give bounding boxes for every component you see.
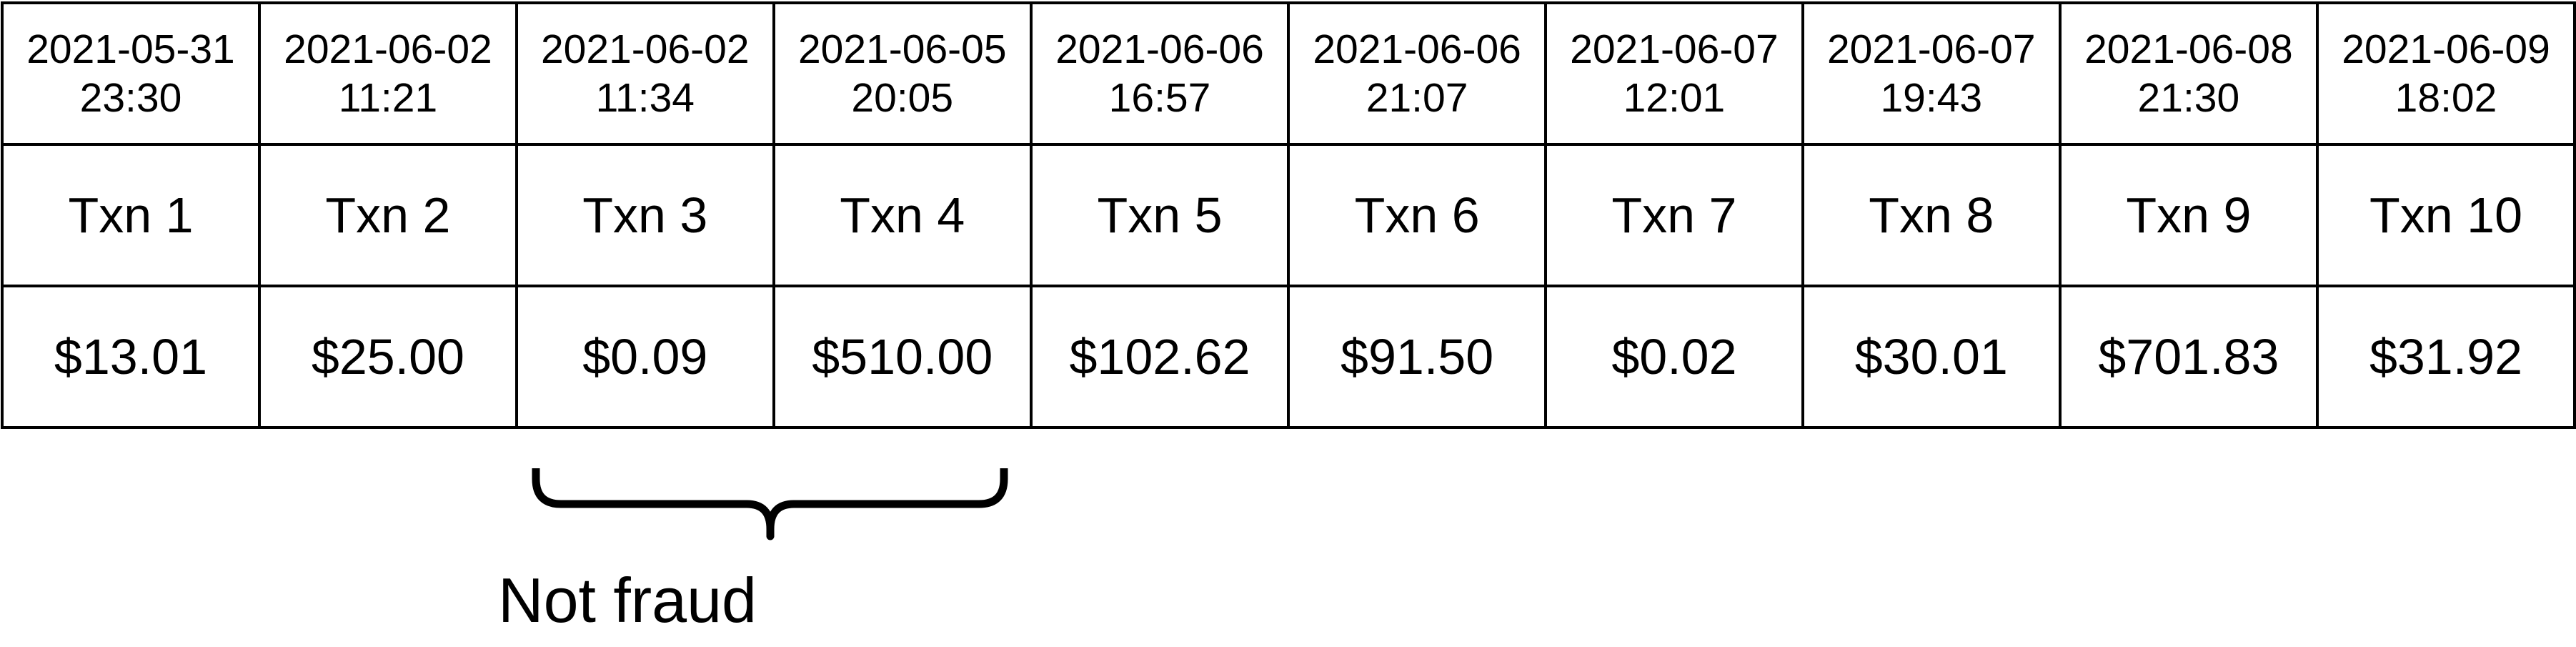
brace-path — [532, 468, 1008, 540]
curly-brace — [532, 468, 1008, 540]
not-fraud-label: Not fraud — [498, 565, 757, 636]
